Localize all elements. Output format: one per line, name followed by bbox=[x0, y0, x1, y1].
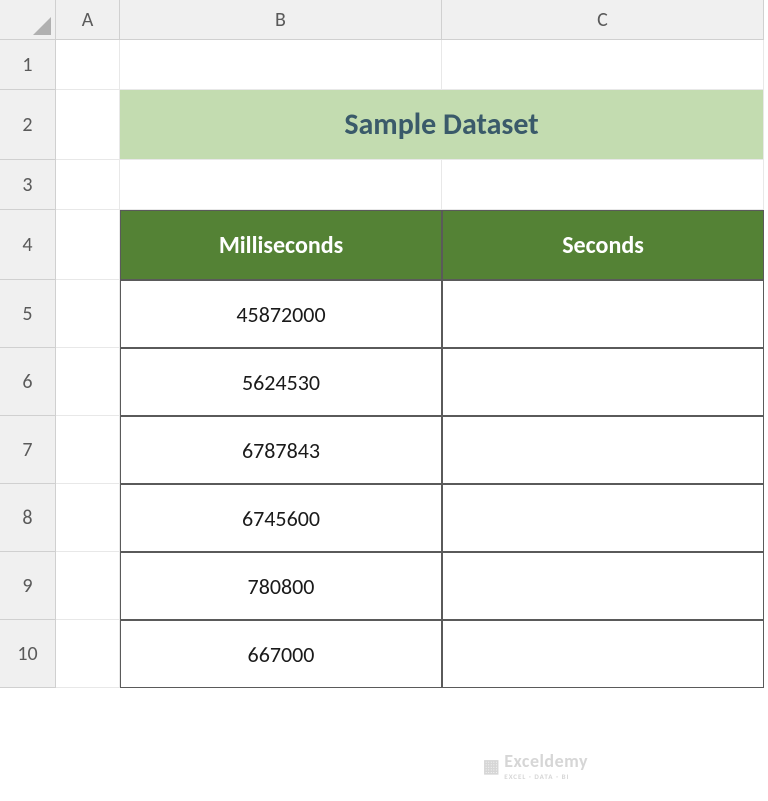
table-row[interactable]: 667000 bbox=[120, 620, 442, 688]
select-all-corner[interactable] bbox=[0, 0, 56, 40]
spreadsheet-grid: A B C 1 2 Sample Dataset 3 4 Millisecond… bbox=[0, 0, 768, 688]
table-row[interactable] bbox=[442, 416, 764, 484]
cell-a1[interactable] bbox=[56, 40, 120, 90]
table-row[interactable]: 780800 bbox=[120, 552, 442, 620]
cell-a10[interactable] bbox=[56, 620, 120, 688]
col-header-c[interactable]: C bbox=[442, 0, 764, 40]
watermark-subtext: EXCEL · DATA · BI bbox=[504, 772, 588, 781]
col-header-b[interactable]: B bbox=[120, 0, 442, 40]
row-header-3[interactable]: 3 bbox=[0, 160, 56, 210]
cell-a9[interactable] bbox=[56, 552, 120, 620]
table-row[interactable] bbox=[442, 484, 764, 552]
cell-a2[interactable] bbox=[56, 90, 120, 160]
table-row[interactable] bbox=[442, 348, 764, 416]
table-row[interactable]: 6745600 bbox=[120, 484, 442, 552]
table-row[interactable]: 5624530 bbox=[120, 348, 442, 416]
cell-c1[interactable] bbox=[442, 40, 764, 90]
row-header-10[interactable]: 10 bbox=[0, 620, 56, 688]
cell-a5[interactable] bbox=[56, 280, 120, 348]
cell-a6[interactable] bbox=[56, 348, 120, 416]
dataset-title[interactable]: Sample Dataset bbox=[120, 90, 764, 160]
cell-a7[interactable] bbox=[56, 416, 120, 484]
table-row[interactable]: 6787843 bbox=[120, 416, 442, 484]
row-header-2[interactable]: 2 bbox=[0, 90, 56, 160]
row-header-1[interactable]: 1 bbox=[0, 40, 56, 90]
cell-a8[interactable] bbox=[56, 484, 120, 552]
cell-a4[interactable] bbox=[56, 210, 120, 280]
watermark: ▦ Exceldemy EXCEL · DATA · BI bbox=[483, 750, 588, 781]
excel-icon: ▦ bbox=[483, 755, 501, 777]
cell-c3[interactable] bbox=[442, 160, 764, 210]
row-header-9[interactable]: 9 bbox=[0, 552, 56, 620]
table-row[interactable]: 45872000 bbox=[120, 280, 442, 348]
row-header-6[interactable]: 6 bbox=[0, 348, 56, 416]
table-header-milliseconds[interactable]: Milliseconds bbox=[120, 210, 442, 280]
watermark-text: Exceldemy bbox=[504, 750, 588, 772]
table-row[interactable] bbox=[442, 280, 764, 348]
cell-a3[interactable] bbox=[56, 160, 120, 210]
row-header-5[interactable]: 5 bbox=[0, 280, 56, 348]
row-header-8[interactable]: 8 bbox=[0, 484, 56, 552]
col-header-a[interactable]: A bbox=[56, 0, 120, 40]
table-row[interactable] bbox=[442, 620, 764, 688]
row-header-4[interactable]: 4 bbox=[0, 210, 56, 280]
table-row[interactable] bbox=[442, 552, 764, 620]
cell-b3[interactable] bbox=[120, 160, 442, 210]
row-header-7[interactable]: 7 bbox=[0, 416, 56, 484]
cell-b1[interactable] bbox=[120, 40, 442, 90]
table-header-seconds[interactable]: Seconds bbox=[442, 210, 764, 280]
